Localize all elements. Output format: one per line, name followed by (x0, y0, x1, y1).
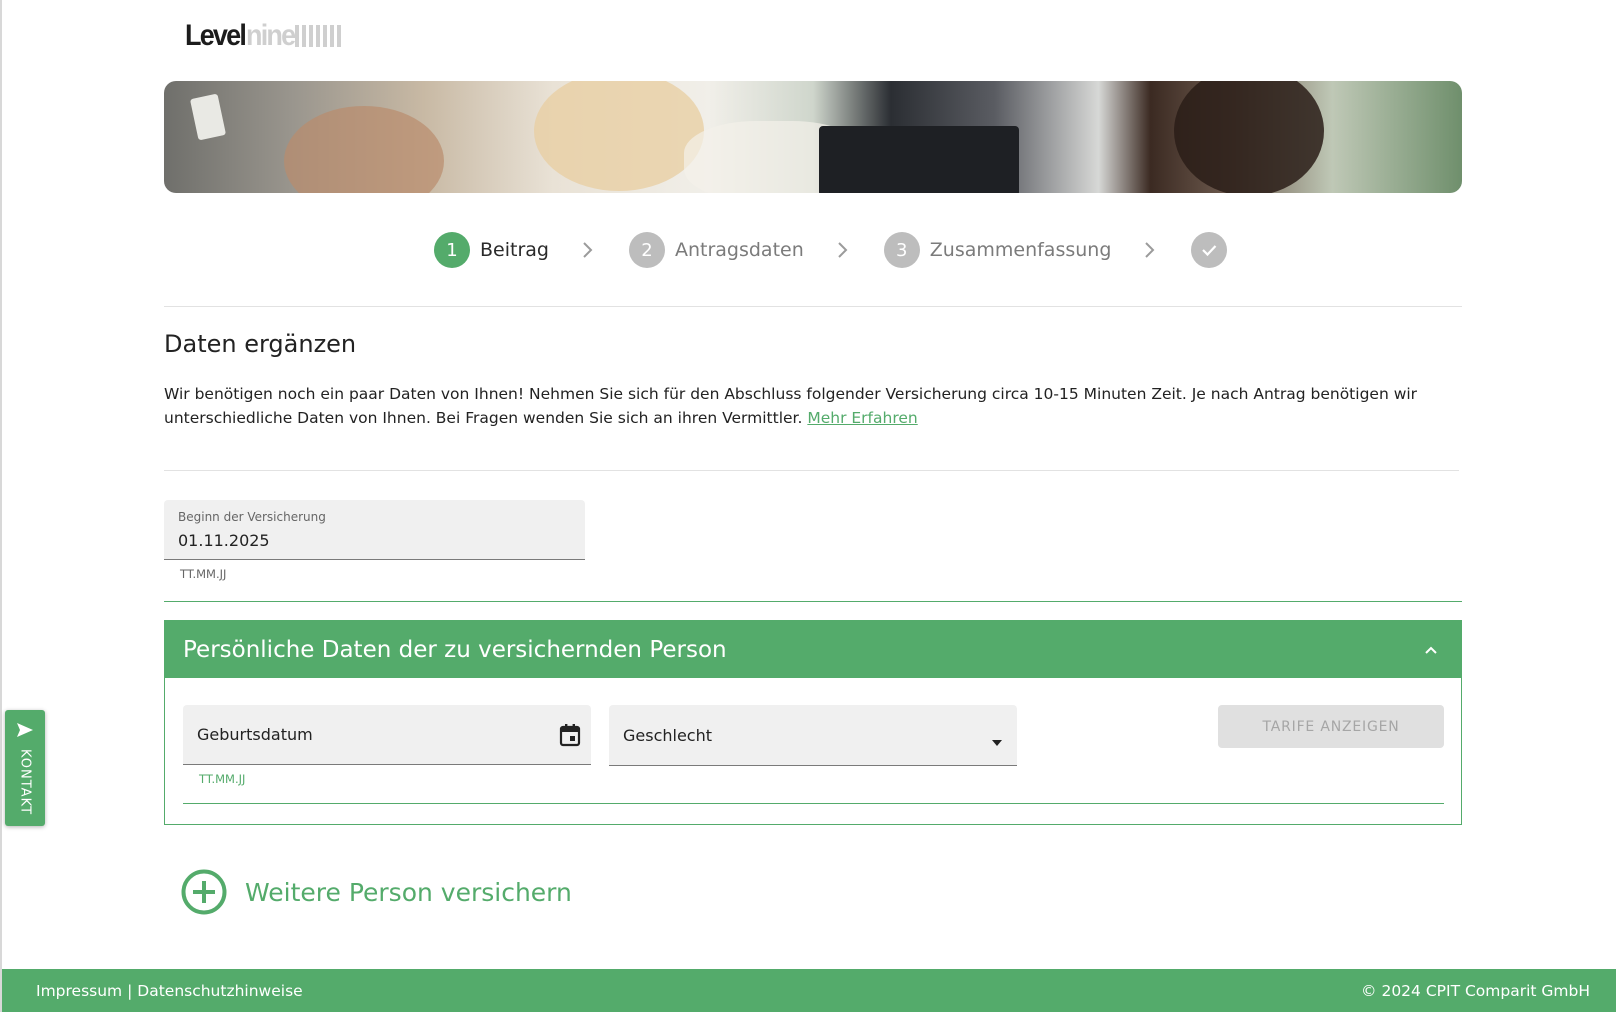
learn-more-link[interactable]: Mehr Erfahren (807, 409, 917, 427)
insurance-start-field[interactable]: Beginn der Versicherung 01.11.2025 (164, 500, 585, 560)
insurance-start-label: Beginn der Versicherung (178, 510, 326, 524)
footer-separator: | (127, 981, 133, 1000)
add-circle-icon (181, 869, 227, 915)
step-label: Beitrag (480, 239, 549, 261)
birthdate-hint: TT.MM.JJ (199, 772, 246, 786)
step-label: Zusammenfassung (929, 239, 1112, 261)
chevron-right-icon (836, 241, 850, 259)
logo-text-light: nine (245, 19, 296, 52)
step-antragsdaten: 2 Antragsdaten (628, 232, 804, 268)
levelnine-logo[interactable]: Level nine (185, 18, 342, 54)
intro-body: Wir benötigen noch ein paar Daten von Ih… (164, 385, 1418, 427)
impressum-link[interactable]: Impressum (36, 982, 122, 1000)
footer-links: Impressum | Datenschutzhinweise (36, 982, 303, 1000)
check-icon (1191, 232, 1228, 268)
divider (164, 306, 1462, 307)
logo-text-dark: Level (185, 19, 247, 52)
section-divider (164, 601, 1462, 602)
intro-text: Wir benötigen noch ein paar Daten von Ih… (164, 383, 1424, 430)
header-banner-image (164, 81, 1462, 193)
page-left-border (0, 0, 2, 1012)
step-label: Antragsdaten (674, 239, 804, 261)
dropdown-arrow-icon (991, 732, 1003, 746)
show-rates-button[interactable]: TARIFE ANZEIGEN (1218, 705, 1444, 748)
step-beitrag: 1 Beitrag (434, 232, 549, 268)
contact-tab-label: KONTAKT (17, 748, 33, 816)
page-title: Daten ergänzen (164, 330, 357, 358)
step-number: 1 (434, 232, 470, 268)
panel-divider (183, 803, 1444, 804)
add-person-label: Weitere Person versichern (245, 877, 572, 907)
chevron-right-icon (1143, 241, 1157, 259)
birthdate-placeholder: Geburtsdatum (197, 725, 313, 744)
panel-header[interactable]: Persönliche Daten der zu versichernden P… (165, 621, 1461, 678)
copyright-text: © 2024 CPIT Comparit GmbH (1361, 981, 1590, 1000)
gender-placeholder: Geschlecht (623, 725, 713, 745)
insurance-start-value: 01.11.2025 (178, 531, 270, 550)
chevron-right-icon (581, 241, 595, 259)
gender-select[interactable]: Geschlecht (609, 705, 1017, 766)
step-number: 3 (883, 232, 920, 268)
panel-title: Persönliche Daten der zu versichernden P… (183, 636, 727, 663)
footer: Impressum | Datenschutzhinweise © 2024 C… (2, 969, 1616, 1012)
privacy-link[interactable]: Datenschutzhinweise (137, 982, 302, 1000)
step-number: 2 (628, 232, 665, 268)
step-done (1191, 232, 1228, 268)
chevron-up-icon[interactable] (1419, 638, 1443, 662)
person-details-panel: Persönliche Daten der zu versichernden P… (164, 620, 1462, 825)
birthdate-input[interactable]: Geburtsdatum (183, 705, 591, 765)
calendar-icon[interactable] (559, 723, 581, 747)
divider (164, 470, 1459, 471)
progress-stepper: 1 Beitrag 2 Antragsdaten 3 Zusammenfassu… (434, 232, 1228, 268)
contact-tab[interactable]: KONTAKT (5, 710, 45, 826)
insurance-start-hint: TT.MM.JJ (180, 567, 227, 581)
logo-bars (295, 25, 342, 47)
send-icon (17, 723, 33, 737)
step-zusammenfassung: 3 Zusammenfassung (883, 232, 1112, 268)
add-person-button[interactable]: Weitere Person versichern (181, 869, 572, 915)
